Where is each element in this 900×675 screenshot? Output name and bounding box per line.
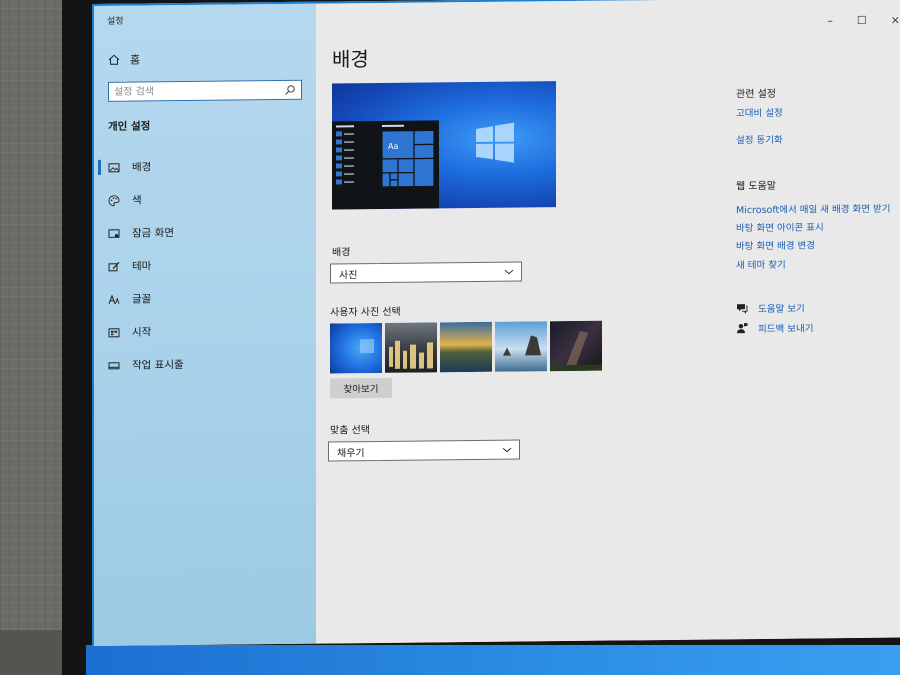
desktop-icons-link[interactable]: 바탕 화면 아이콘 표시 bbox=[736, 219, 824, 234]
background-type-value: 사진 bbox=[339, 269, 358, 281]
daily-wallpaper-link[interactable]: Microsoft에서 매일 새 배경 화면 받기 bbox=[736, 201, 890, 217]
thumbnail-sunset-coast[interactable] bbox=[440, 321, 492, 373]
window-title: 설정 bbox=[107, 16, 124, 27]
search-icon[interactable] bbox=[284, 84, 296, 96]
find-themes-link[interactable]: 새 테마 찾기 bbox=[736, 257, 786, 272]
send-feedback-link[interactable]: 피드백 보내기 bbox=[736, 320, 813, 335]
sidebar-item-lock-screen[interactable]: 잠금 화면 bbox=[94, 215, 316, 250]
windows-logo-icon bbox=[476, 122, 514, 163]
fit-label: 맞춤 선택 bbox=[330, 425, 370, 437]
wall-background bbox=[0, 0, 62, 675]
sync-settings-link[interactable]: 설정 동기화 bbox=[736, 132, 783, 146]
main-content: – ☐ × 배경 Aa 배경 사진 사용자 사진 선택 찾아보기 맞춤 선택 채… bbox=[316, 0, 900, 644]
sidebar-item-label: 시작 bbox=[132, 326, 152, 339]
preview-sample-text: Aa bbox=[388, 142, 398, 151]
browse-button[interactable]: 찾아보기 bbox=[330, 377, 392, 399]
related-settings-title: 관련 설정 bbox=[736, 88, 776, 101]
sidebar-item-taskbar[interactable]: 작업 표시줄 bbox=[94, 347, 316, 382]
taskbar-edge bbox=[86, 645, 900, 675]
thumbnail-windows-default[interactable] bbox=[330, 322, 382, 374]
sidebar-item-label: 색 bbox=[132, 194, 142, 207]
preview-start-menu: Aa bbox=[332, 120, 439, 210]
choose-picture-label: 사용자 사진 선택 bbox=[330, 306, 401, 319]
taskbar-icon bbox=[108, 359, 120, 371]
high-contrast-link[interactable]: 고대비 설정 bbox=[736, 105, 783, 119]
sidebar-item-color[interactable]: 색 bbox=[94, 182, 316, 217]
sidebar: 설정 홈 개인 설정 배경 bbox=[94, 3, 316, 646]
nav-home-label: 홈 bbox=[130, 53, 141, 67]
chevron-down-icon bbox=[503, 266, 515, 278]
fit-dropdown[interactable]: 채우기 bbox=[328, 439, 520, 462]
nav-home[interactable]: 홈 bbox=[108, 51, 140, 67]
sidebar-item-label: 테마 bbox=[132, 260, 152, 273]
search-field[interactable] bbox=[108, 79, 302, 102]
sidebar-item-background[interactable]: 배경 bbox=[94, 149, 316, 184]
chat-help-icon bbox=[736, 302, 748, 314]
page-title: 배경 bbox=[332, 47, 369, 72]
sidebar-item-label: 글꼴 bbox=[132, 293, 152, 306]
background-type-dropdown[interactable]: 사진 bbox=[330, 261, 522, 284]
maximize-button[interactable]: ☐ bbox=[857, 14, 867, 27]
send-feedback-label: 피드백 보내기 bbox=[758, 323, 814, 336]
get-help-label: 도움말 보기 bbox=[758, 303, 805, 316]
palette-icon bbox=[108, 194, 120, 206]
search-input[interactable] bbox=[114, 84, 274, 98]
sidebar-item-label: 배경 bbox=[132, 161, 152, 174]
lock-screen-icon bbox=[108, 227, 120, 239]
sidebar-item-label: 잠금 화면 bbox=[132, 227, 174, 240]
change-background-link[interactable]: 바탕 화면 배경 변경 bbox=[736, 237, 815, 252]
home-icon bbox=[108, 54, 120, 66]
sidebar-section-title: 개인 설정 bbox=[108, 120, 151, 133]
background-preview: Aa bbox=[332, 81, 556, 210]
picture-icon bbox=[108, 161, 120, 173]
theme-brush-icon bbox=[108, 260, 120, 272]
wall-shadow bbox=[0, 630, 62, 675]
web-help-title: 웹 도움말 bbox=[736, 180, 776, 193]
settings-window: 설정 홈 개인 설정 배경 bbox=[92, 0, 900, 646]
minimize-button[interactable]: – bbox=[827, 14, 833, 27]
sidebar-nav: 배경 색 잠금 화면 테마 글꼴 시작 작업 표시줄 bbox=[94, 149, 316, 382]
get-help-link[interactable]: 도움말 보기 bbox=[736, 301, 805, 316]
window-controls: – ☐ × bbox=[827, 14, 900, 28]
sidebar-item-fonts[interactable]: 글꼴 bbox=[94, 281, 316, 316]
feedback-person-icon bbox=[736, 322, 748, 334]
thumbnail-milky-way[interactable] bbox=[550, 320, 602, 372]
sidebar-item-themes[interactable]: 테마 bbox=[94, 248, 316, 283]
thumbnail-beach-rocks[interactable] bbox=[495, 321, 547, 372]
font-icon bbox=[108, 293, 120, 305]
sidebar-item-start[interactable]: 시작 bbox=[94, 314, 316, 349]
close-button[interactable]: × bbox=[891, 14, 900, 27]
fit-value: 채우기 bbox=[337, 447, 365, 459]
thumbnail-city-night[interactable] bbox=[385, 322, 437, 373]
picture-thumbnails bbox=[330, 320, 602, 374]
chevron-down-icon bbox=[501, 444, 513, 456]
start-icon bbox=[108, 326, 120, 338]
background-type-label: 배경 bbox=[332, 247, 351, 259]
sidebar-item-label: 작업 표시줄 bbox=[132, 359, 184, 372]
